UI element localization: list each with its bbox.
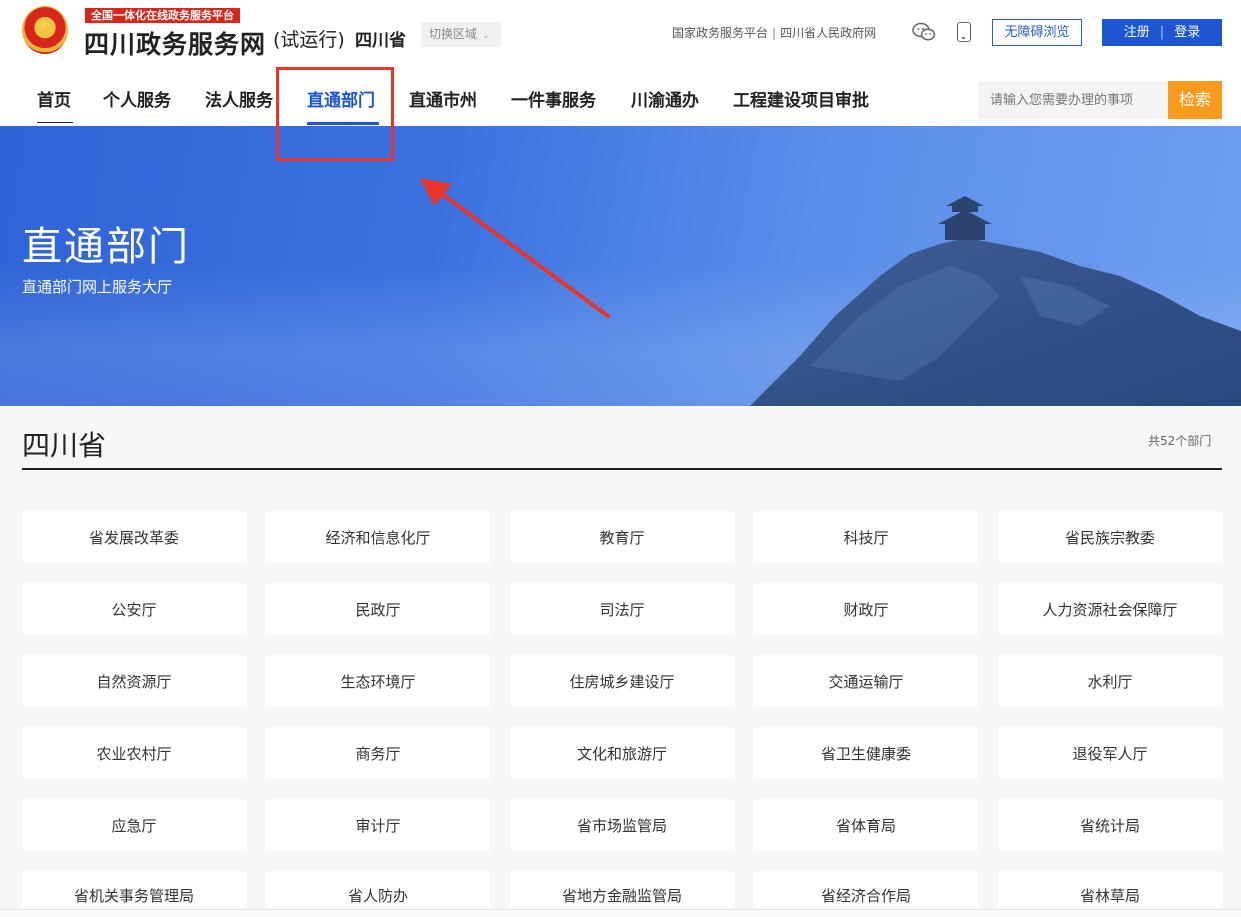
department-card[interactable]: 人力资源社会保障厅: [998, 583, 1222, 635]
nav-home[interactable]: 首页: [37, 86, 71, 111]
department-card[interactable]: 教育厅: [510, 511, 734, 563]
nav-construction-approval[interactable]: 工程建设项目审批: [733, 86, 869, 111]
nav-corporate-services[interactable]: 法人服务: [205, 86, 273, 111]
department-card[interactable]: 省市场监管局: [510, 799, 734, 851]
department-card[interactable]: 科技厅: [754, 511, 978, 563]
department-card[interactable]: 水利厅: [998, 655, 1222, 707]
department-card[interactable]: 文化和旅游厅: [510, 727, 734, 779]
department-card[interactable]: 省卫生健康委: [754, 727, 978, 779]
bottom-strip: [0, 909, 1241, 917]
department-card[interactable]: 退役军人厅: [998, 727, 1222, 779]
department-card[interactable]: 农业农村厅: [22, 727, 246, 779]
banner-title: 直通部门: [22, 224, 190, 270]
link-national-platform[interactable]: 国家政务服务平台: [672, 26, 768, 40]
site-name[interactable]: 四川政务服务网: [84, 25, 266, 61]
department-card[interactable]: 省体育局: [754, 799, 978, 851]
department-card[interactable]: 经济和信息化厅: [266, 511, 490, 563]
department-card[interactable]: 住房城乡建设厅: [510, 655, 734, 707]
platform-tag: 全国一体化在线政务服务平台: [85, 8, 240, 23]
department-card[interactable]: 省林草局: [998, 871, 1222, 908]
section-title: 四川省: [22, 429, 107, 462]
auth-buttons: 注册 | 登录: [1102, 19, 1222, 46]
wechat-icon[interactable]: [912, 22, 936, 42]
auth-divider: |: [1159, 25, 1165, 40]
annotation-highlight-box: [276, 67, 394, 161]
mountain-illustration: [750, 196, 1241, 406]
department-card[interactable]: 民政厅: [266, 583, 490, 635]
department-card[interactable]: 交通运输厅: [754, 655, 978, 707]
department-count: 共52个部门: [1148, 434, 1212, 448]
link-provincial-gov[interactable]: 四川省人民政府网: [780, 26, 876, 40]
department-card[interactable]: 省经济合作局: [754, 871, 978, 908]
department-card[interactable]: 省地方金融监管局: [510, 871, 734, 908]
header: 全国一体化在线政务服务平台 四川政务服务网 (试运行) 四川省 切换区域 ⌄ 国家…: [0, 0, 1241, 126]
search-button[interactable]: 检索: [1168, 81, 1222, 119]
department-card[interactable]: 商务厅: [266, 727, 490, 779]
nav-one-thing-service[interactable]: 一件事服务: [511, 86, 596, 111]
trial-label: (试运行): [273, 29, 345, 51]
department-card[interactable]: 司法厅: [510, 583, 734, 635]
department-card[interactable]: 省发展改革委: [22, 511, 246, 563]
province-label: 四川省: [355, 31, 406, 51]
department-card[interactable]: 应急厅: [22, 799, 246, 851]
mobile-icon[interactable]: [957, 22, 971, 42]
link-separator: |: [772, 26, 777, 40]
banner-subtitle: 直通部门网上服务大厅: [22, 278, 173, 296]
department-card[interactable]: 公安厅: [22, 583, 246, 635]
department-card[interactable]: 省机关事务管理局: [22, 871, 246, 908]
department-card[interactable]: 自然资源厅: [22, 655, 246, 707]
banner: 直通部门 直通部门网上服务大厅: [0, 126, 1241, 406]
department-card[interactable]: 省民族宗教委: [998, 511, 1222, 563]
department-card[interactable]: 财政厅: [754, 583, 978, 635]
national-emblem-icon[interactable]: [22, 6, 68, 54]
section-divider: [22, 468, 1222, 470]
accessibility-button[interactable]: 无障碍浏览: [992, 19, 1082, 46]
department-card[interactable]: 省人防办: [266, 871, 490, 908]
home-underline: [37, 122, 73, 123]
switch-region-button[interactable]: 切换区域 ⌄: [421, 22, 501, 47]
department-card[interactable]: 审计厅: [266, 799, 490, 851]
annotation-arrow-icon: [420, 178, 610, 318]
nav-personal-services[interactable]: 个人服务: [103, 86, 171, 111]
top-links: 国家政务服务平台 | 四川省人民政府网: [672, 24, 876, 41]
nav-sichuan-chongqing[interactable]: 川渝通办: [631, 86, 699, 111]
search-input[interactable]: [978, 81, 1168, 119]
nav-cities[interactable]: 直通市州: [409, 86, 477, 111]
register-button[interactable]: 注册: [1124, 19, 1150, 46]
department-card[interactable]: 省统计局: [998, 799, 1222, 851]
chevron-down-icon: ⌄: [482, 31, 490, 41]
department-card[interactable]: 生态环境厅: [266, 655, 490, 707]
switch-region-label: 切换区域: [429, 27, 478, 41]
login-button[interactable]: 登录: [1174, 19, 1200, 46]
